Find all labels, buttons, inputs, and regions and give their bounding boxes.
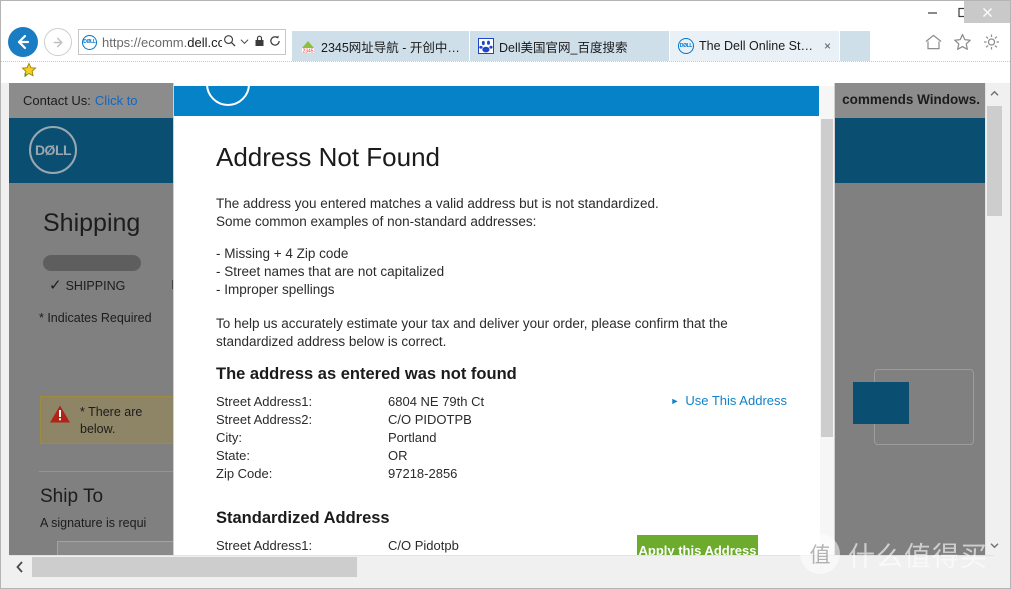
dialog-header bbox=[174, 83, 819, 116]
tab-strip: 2345 2345网址导航 - 开创中国百... Dell美国官网_百度搜索 D… bbox=[292, 23, 870, 61]
address-label: Street Address1: bbox=[216, 394, 313, 409]
address-row: State: OR bbox=[216, 447, 779, 465]
entered-address-heading: The address as entered was not found bbox=[216, 365, 517, 383]
scroll-down-button[interactable] bbox=[986, 535, 1003, 555]
address-bar[interactable]: DØLL https://ecomm.dell.com/d bbox=[78, 29, 286, 55]
scroll-left-button[interactable] bbox=[9, 556, 31, 578]
tab-label: The Dell Online Store: ... bbox=[699, 39, 816, 53]
intro-line-2: Some common examples of non-standard add… bbox=[216, 214, 537, 229]
url-scheme: https://ecomm. bbox=[102, 34, 188, 50]
intro-line-1: The address you entered matches a valid … bbox=[216, 196, 659, 211]
svg-text:2345: 2345 bbox=[302, 48, 313, 54]
favorites-bar bbox=[1, 61, 1010, 83]
page-horizontal-scrollbar[interactable] bbox=[9, 555, 994, 577]
tab-label: 2345网址导航 - 开创中国百... bbox=[321, 40, 461, 55]
list-item: - Street names that are not capitalized bbox=[216, 264, 445, 279]
dialog-title: Address Not Found bbox=[216, 142, 441, 172]
address-row: Street Address2: C/O PIDOTPB bbox=[216, 411, 779, 429]
chevron-up-icon bbox=[990, 90, 999, 96]
tab-2345[interactable]: 2345 2345网址导航 - 开创中国百... bbox=[292, 31, 470, 61]
dialog-body: Address Not Found The address you entere… bbox=[174, 116, 819, 555]
use-this-address-link[interactable]: ► Use This Address bbox=[670, 393, 787, 408]
chevron-down-icon[interactable] bbox=[237, 35, 252, 49]
address-not-found-dialog: Address Not Found The address you entere… bbox=[174, 83, 834, 555]
refresh-icon[interactable] bbox=[267, 35, 282, 50]
chevron-left-icon bbox=[16, 561, 23, 573]
apply-this-address-button[interactable]: Apply this Address bbox=[637, 535, 758, 555]
favorites-add-icon[interactable] bbox=[21, 62, 37, 83]
gear-icon[interactable] bbox=[982, 33, 1001, 51]
page-viewport: Contact Us: Click to commends Windows. D… bbox=[1, 83, 1010, 588]
browser-window: DØLL https://ecomm.dell.com/d 2345 bbox=[0, 0, 1011, 589]
address-value: C/O PIDOTPB bbox=[388, 412, 472, 427]
caret-right-icon: ► bbox=[670, 395, 680, 406]
confirm-line-2: standardized address below is correct. bbox=[216, 334, 447, 349]
close-window-button[interactable] bbox=[964, 1, 1010, 23]
back-button[interactable] bbox=[8, 27, 38, 57]
dialog-confirm-text: To help us accurately estimate your tax … bbox=[216, 315, 779, 351]
address-label: State: bbox=[216, 448, 250, 463]
standardized-address-heading: Standardized Address bbox=[216, 509, 390, 527]
tab-label: Dell美国官网_百度搜索 bbox=[499, 40, 628, 55]
2345-favicon: 2345 bbox=[302, 41, 314, 54]
tab-close-icon[interactable]: × bbox=[824, 39, 831, 53]
url-domain: dell.com bbox=[187, 34, 222, 50]
minimize-button[interactable] bbox=[917, 1, 948, 23]
address-label: City: bbox=[216, 430, 242, 445]
list-item: - Improper spellings bbox=[216, 282, 335, 297]
address-value: Portland bbox=[388, 430, 437, 445]
non-standard-examples-list: - Missing + 4 Zip code - Street names th… bbox=[216, 245, 779, 299]
address-value: OR bbox=[388, 448, 408, 463]
minimize-icon bbox=[928, 11, 937, 14]
page-scrollbar-thumb[interactable] bbox=[987, 106, 1002, 216]
address-value: 97218-2856 bbox=[388, 466, 458, 481]
chevron-down-icon bbox=[990, 542, 999, 548]
search-icon[interactable] bbox=[222, 34, 237, 50]
scroll-up-button[interactable] bbox=[986, 83, 1003, 103]
dell-favicon: DØLL bbox=[82, 34, 97, 50]
address-label: Street Address2: bbox=[216, 412, 313, 427]
baidu-favicon bbox=[478, 38, 494, 54]
tab-baidu[interactable]: Dell美国官网_百度搜索 bbox=[470, 31, 670, 61]
page-vertical-scrollbar[interactable] bbox=[985, 83, 1002, 555]
tab-dell-online-store[interactable]: DØLL The Dell Online Store: ... × bbox=[670, 31, 840, 61]
close-icon bbox=[982, 7, 992, 17]
dell-favicon: DØLL bbox=[678, 38, 694, 54]
arrow-right-icon bbox=[53, 37, 63, 47]
home-icon[interactable] bbox=[924, 33, 943, 51]
dialog-intro-text: The address you entered matches a valid … bbox=[216, 195, 779, 231]
address-row: City: Portland bbox=[216, 429, 779, 447]
url-text: https://ecomm.dell.com/d bbox=[102, 35, 222, 50]
lock-icon bbox=[252, 35, 267, 50]
page-hscrollbar-thumb[interactable] bbox=[32, 557, 357, 577]
dell-logo-outline-icon bbox=[206, 83, 250, 106]
dialog-scrollbar[interactable] bbox=[820, 86, 834, 555]
address-row: Zip Code: 97218-2856 bbox=[216, 465, 779, 483]
dialog-scrollbar-thumb[interactable] bbox=[821, 119, 833, 437]
confirm-line-1: To help us accurately estimate your tax … bbox=[216, 316, 728, 331]
arrow-left-icon bbox=[17, 34, 30, 50]
address-label: Street Address1: bbox=[216, 538, 313, 553]
title-bar bbox=[1, 1, 1010, 23]
entered-address-block: Street Address1: 6804 NE 79th Ct Street … bbox=[216, 393, 787, 483]
navigation-bar: DØLL https://ecomm.dell.com/d 2345 bbox=[1, 23, 1010, 61]
browser-tools bbox=[924, 33, 1010, 51]
address-label: Zip Code: bbox=[216, 466, 273, 481]
forward-button[interactable] bbox=[44, 28, 72, 56]
dell-checkout-page: Contact Us: Click to commends Windows. D… bbox=[9, 83, 994, 555]
list-item: - Missing + 4 Zip code bbox=[216, 246, 349, 261]
favorites-star-icon[interactable] bbox=[953, 33, 972, 51]
use-this-address-label: Use This Address bbox=[685, 393, 787, 408]
new-tab-button[interactable] bbox=[840, 31, 870, 61]
